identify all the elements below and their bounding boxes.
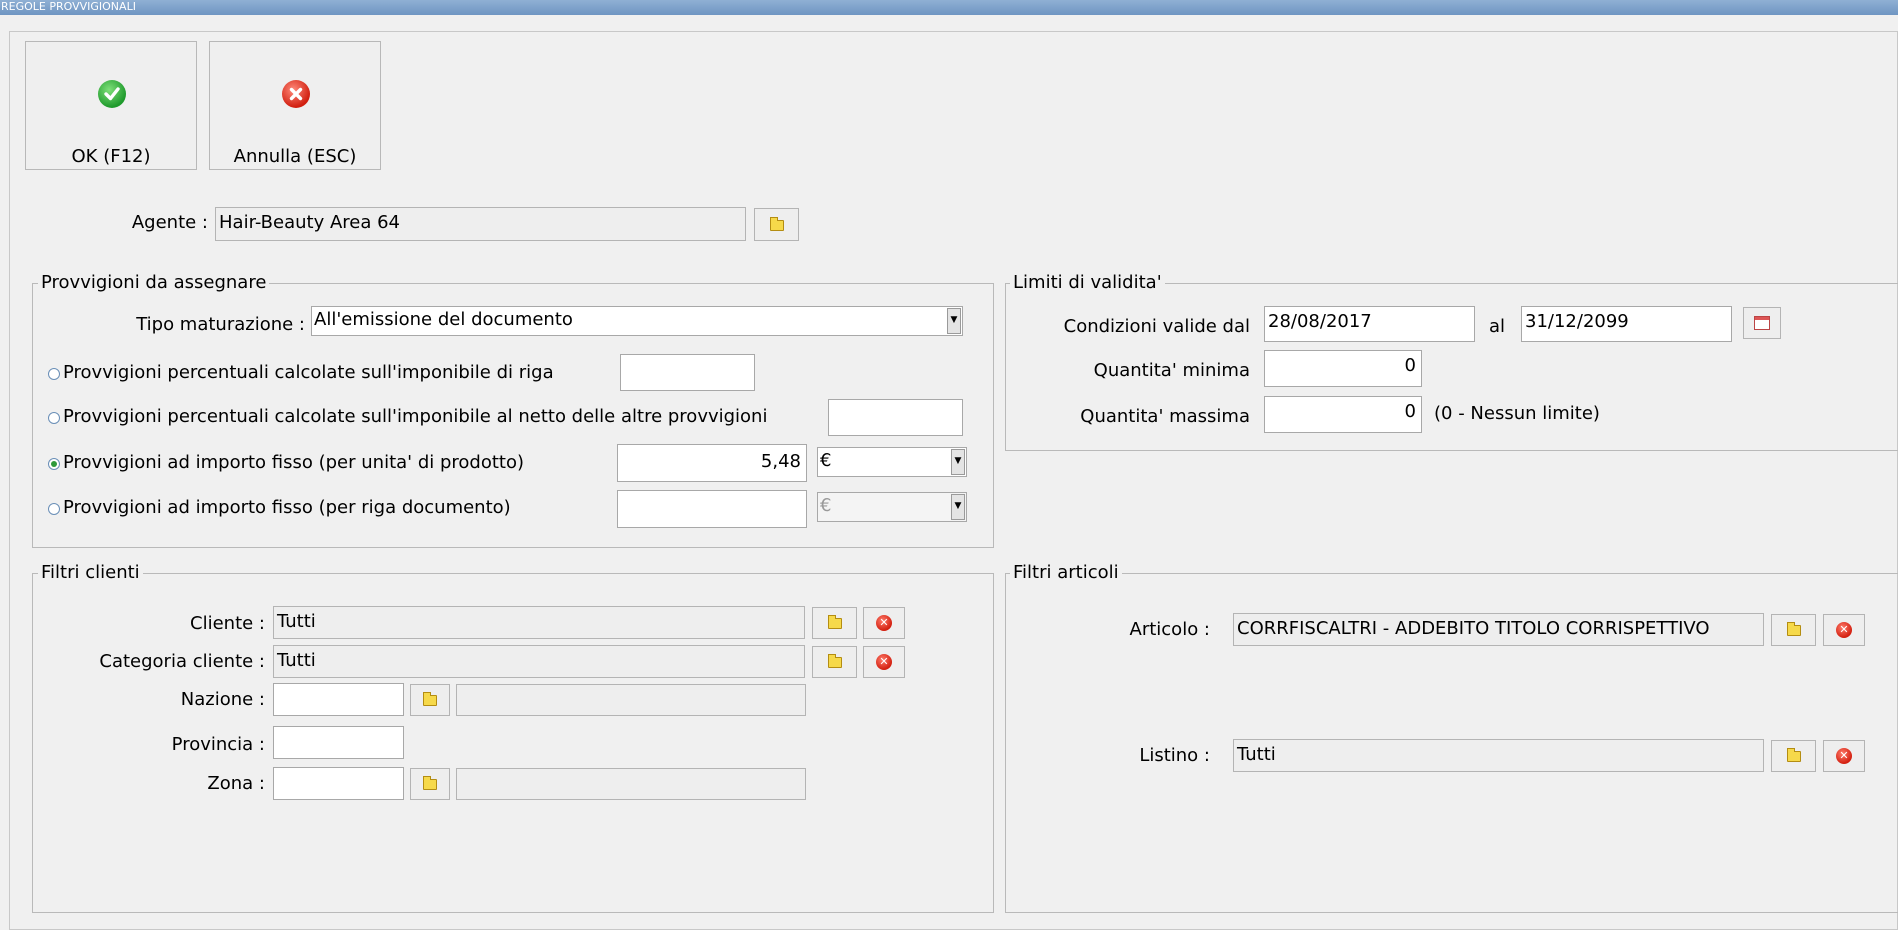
folder-icon — [769, 216, 784, 231]
listino-clear-button[interactable]: ✕ — [1823, 740, 1865, 772]
agent-label: Agente : — [131, 212, 208, 233]
filtri-articoli-legend: Filtri articoli — [1010, 562, 1122, 583]
agent-browse-button[interactable] — [754, 208, 799, 241]
ok-button[interactable]: OK (F12) — [25, 41, 197, 170]
categoria-browse-button[interactable] — [812, 646, 857, 678]
zona-description — [456, 768, 806, 800]
cliente-browse-button[interactable] — [812, 607, 857, 639]
chevron-down-icon[interactable]: ▼ — [947, 308, 961, 334]
radio-percent-netto[interactable] — [48, 412, 60, 424]
articolo-clear-button[interactable]: ✕ — [1823, 614, 1865, 646]
radio-fisso-unita[interactable] — [48, 458, 60, 470]
filtri-clienti-legend: Filtri clienti — [38, 562, 143, 583]
calendar-button[interactable] — [1743, 307, 1781, 339]
option-label: Provvigioni ad importo fisso (per unita'… — [63, 452, 525, 473]
zona-input[interactable] — [273, 767, 404, 800]
percent-riga-input[interactable] — [620, 354, 755, 391]
nazione-description — [456, 684, 806, 716]
fisso-riga-input[interactable] — [617, 490, 807, 528]
percent-netto-input[interactable] — [828, 399, 963, 436]
provvigioni-legend: Provvigioni da assegnare — [38, 272, 270, 293]
folder-icon — [1786, 622, 1801, 636]
qty-max-input[interactable]: 0 — [1264, 396, 1422, 433]
listino-browse-button[interactable] — [1771, 740, 1816, 772]
folder-icon — [423, 776, 437, 790]
cancel-icon — [282, 80, 310, 108]
zona-browse-button[interactable] — [410, 768, 450, 800]
nazione-browse-button[interactable] — [410, 684, 450, 716]
currency-select-riga[interactable]: € ▼ — [817, 492, 967, 522]
agent-field[interactable]: Hair-Beauty Area 64 — [215, 207, 746, 241]
folder-icon — [1786, 748, 1801, 762]
listino-field[interactable]: Tutti — [1233, 739, 1764, 772]
ok-button-label: OK (F12) — [71, 146, 151, 167]
cancel-button[interactable]: Annulla (ESC) — [209, 41, 381, 170]
folder-icon — [423, 692, 437, 706]
cliente-label: Cliente : — [190, 613, 265, 634]
chevron-down-icon[interactable]: ▼ — [951, 449, 965, 475]
folder-icon — [827, 654, 842, 668]
chevron-down-icon[interactable]: ▼ — [951, 494, 965, 520]
tipo-maturazione-value: All'emissione del documento — [314, 309, 573, 330]
clear-icon: ✕ — [1836, 748, 1852, 764]
valid-from-input[interactable]: 28/08/2017 — [1264, 306, 1475, 342]
fisso-unita-input[interactable]: 5,48 — [617, 444, 807, 482]
radio-percent-riga[interactable] — [48, 368, 60, 380]
window-title: REGOLE PROVVIGIONALI — [0, 0, 1898, 15]
qty-max-note: (0 - Nessun limite) — [1434, 403, 1600, 424]
cancel-button-label: Annulla (ESC) — [233, 146, 357, 167]
limiti-legend: Limiti di validita' — [1010, 272, 1165, 293]
articolo-label: Articolo : — [1129, 619, 1210, 640]
cliente-clear-button[interactable]: ✕ — [863, 607, 905, 639]
qty-min-input[interactable]: 0 — [1264, 350, 1422, 387]
nazione-input[interactable] — [273, 683, 404, 716]
folder-icon — [827, 615, 842, 629]
calendar-icon — [1754, 316, 1770, 330]
listino-label: Listino : — [1139, 745, 1210, 766]
articolo-browse-button[interactable] — [1771, 614, 1816, 646]
clear-icon: ✕ — [876, 654, 892, 670]
qty-min-label: Quantita' minima — [1093, 360, 1250, 381]
option-label: Provvigioni percentuali calcolate sull'i… — [63, 406, 768, 427]
provincia-input[interactable] — [273, 726, 404, 759]
currency-value: € — [820, 495, 832, 516]
nazione-label: Nazione : — [180, 689, 265, 710]
categoria-field[interactable]: Tutti — [273, 645, 805, 678]
zona-label: Zona : — [207, 773, 265, 794]
clear-icon: ✕ — [1836, 622, 1852, 638]
qty-max-label: Quantita' massima — [1080, 406, 1250, 427]
option-label: Provvigioni percentuali calcolate sull'i… — [63, 362, 554, 383]
currency-value: € — [820, 450, 832, 471]
categoria-label: Categoria cliente : — [99, 651, 265, 672]
cliente-field[interactable]: Tutti — [273, 606, 805, 639]
radio-fisso-riga[interactable] — [48, 503, 60, 515]
tipo-maturazione-select[interactable]: All'emissione del documento ▼ — [311, 306, 963, 336]
articolo-field[interactable]: CORRFISCALTRI - ADDEBITO TITOLO CORRISPE… — [1233, 613, 1764, 646]
check-icon — [98, 80, 126, 108]
clear-icon: ✕ — [876, 615, 892, 631]
valid-to-input[interactable]: 31/12/2099 — [1521, 306, 1732, 342]
currency-select-unita[interactable]: € ▼ — [817, 447, 967, 477]
valid-from-label: Condizioni valide dal — [1063, 316, 1250, 337]
categoria-clear-button[interactable]: ✕ — [863, 646, 905, 678]
provincia-label: Provincia : — [171, 734, 265, 755]
to-label: al — [1489, 316, 1506, 337]
tipo-maturazione-label: Tipo maturazione : — [136, 314, 305, 335]
option-label: Provvigioni ad importo fisso (per riga d… — [63, 497, 511, 518]
